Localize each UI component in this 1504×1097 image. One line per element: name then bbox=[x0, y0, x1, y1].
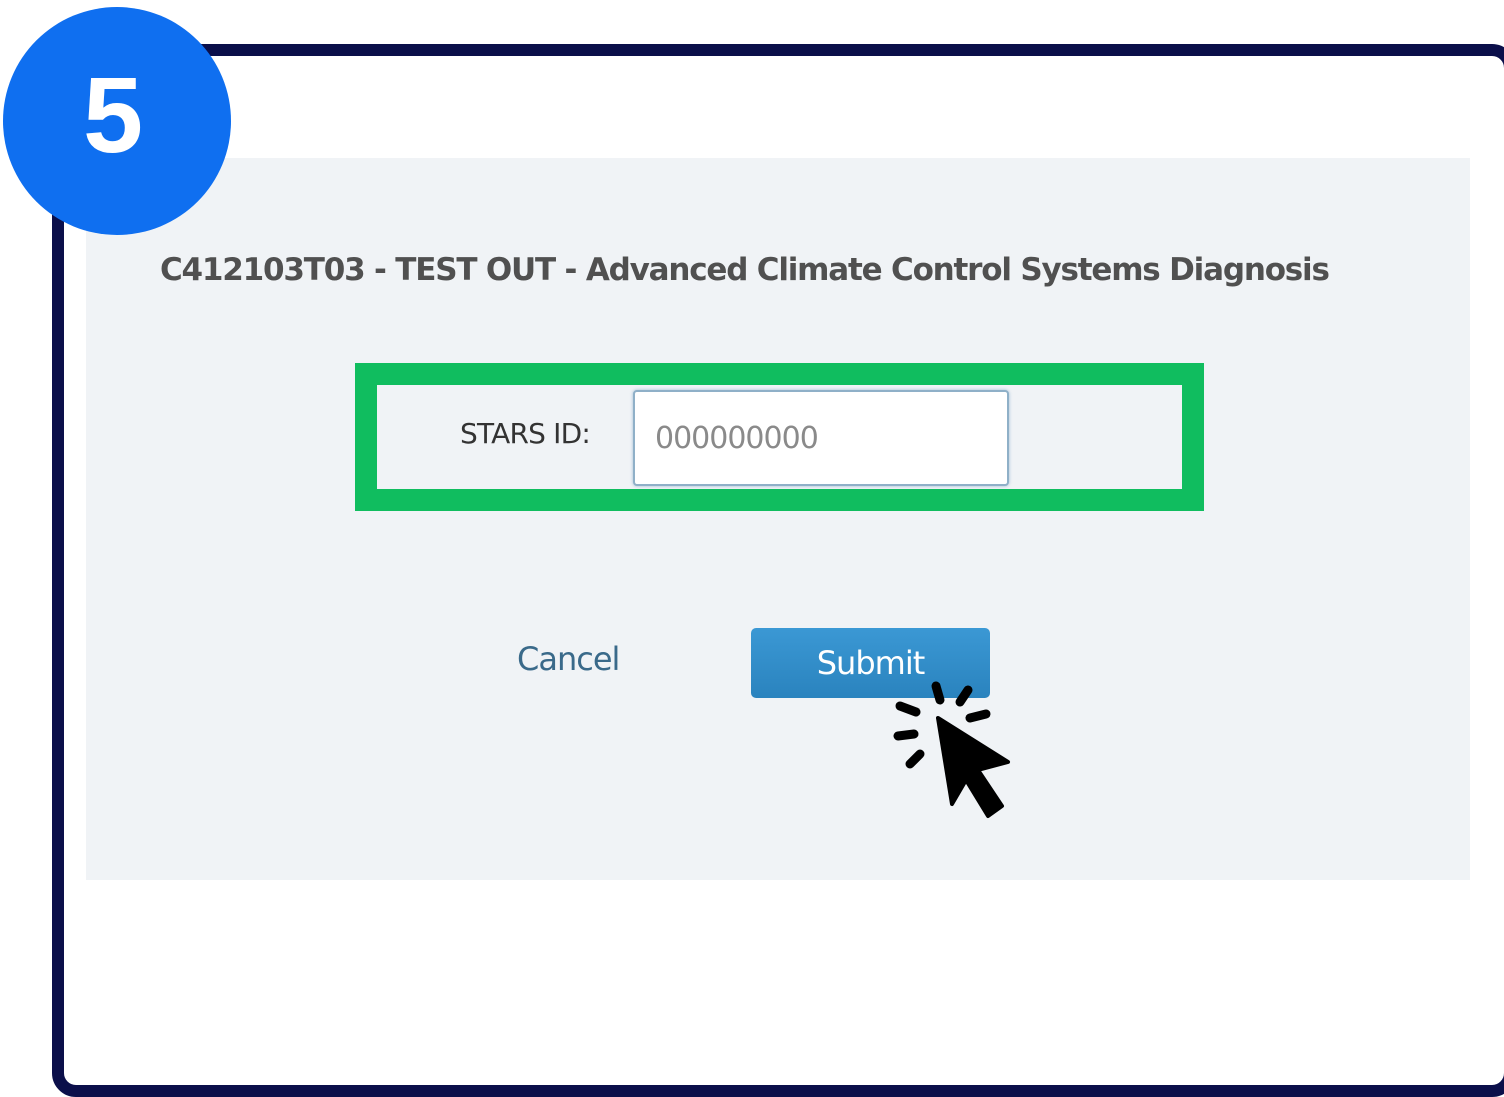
step-number-badge: 5 bbox=[3, 7, 231, 235]
cancel-link[interactable]: Cancel bbox=[517, 640, 620, 678]
stars-id-input[interactable] bbox=[633, 390, 1009, 486]
step-number: 5 bbox=[82, 54, 144, 175]
stars-id-label: STARS ID: bbox=[460, 417, 591, 450]
course-title: C412103T03 - TEST OUT - Advanced Climate… bbox=[160, 252, 1330, 288]
click-pointer-icon bbox=[893, 681, 1010, 818]
